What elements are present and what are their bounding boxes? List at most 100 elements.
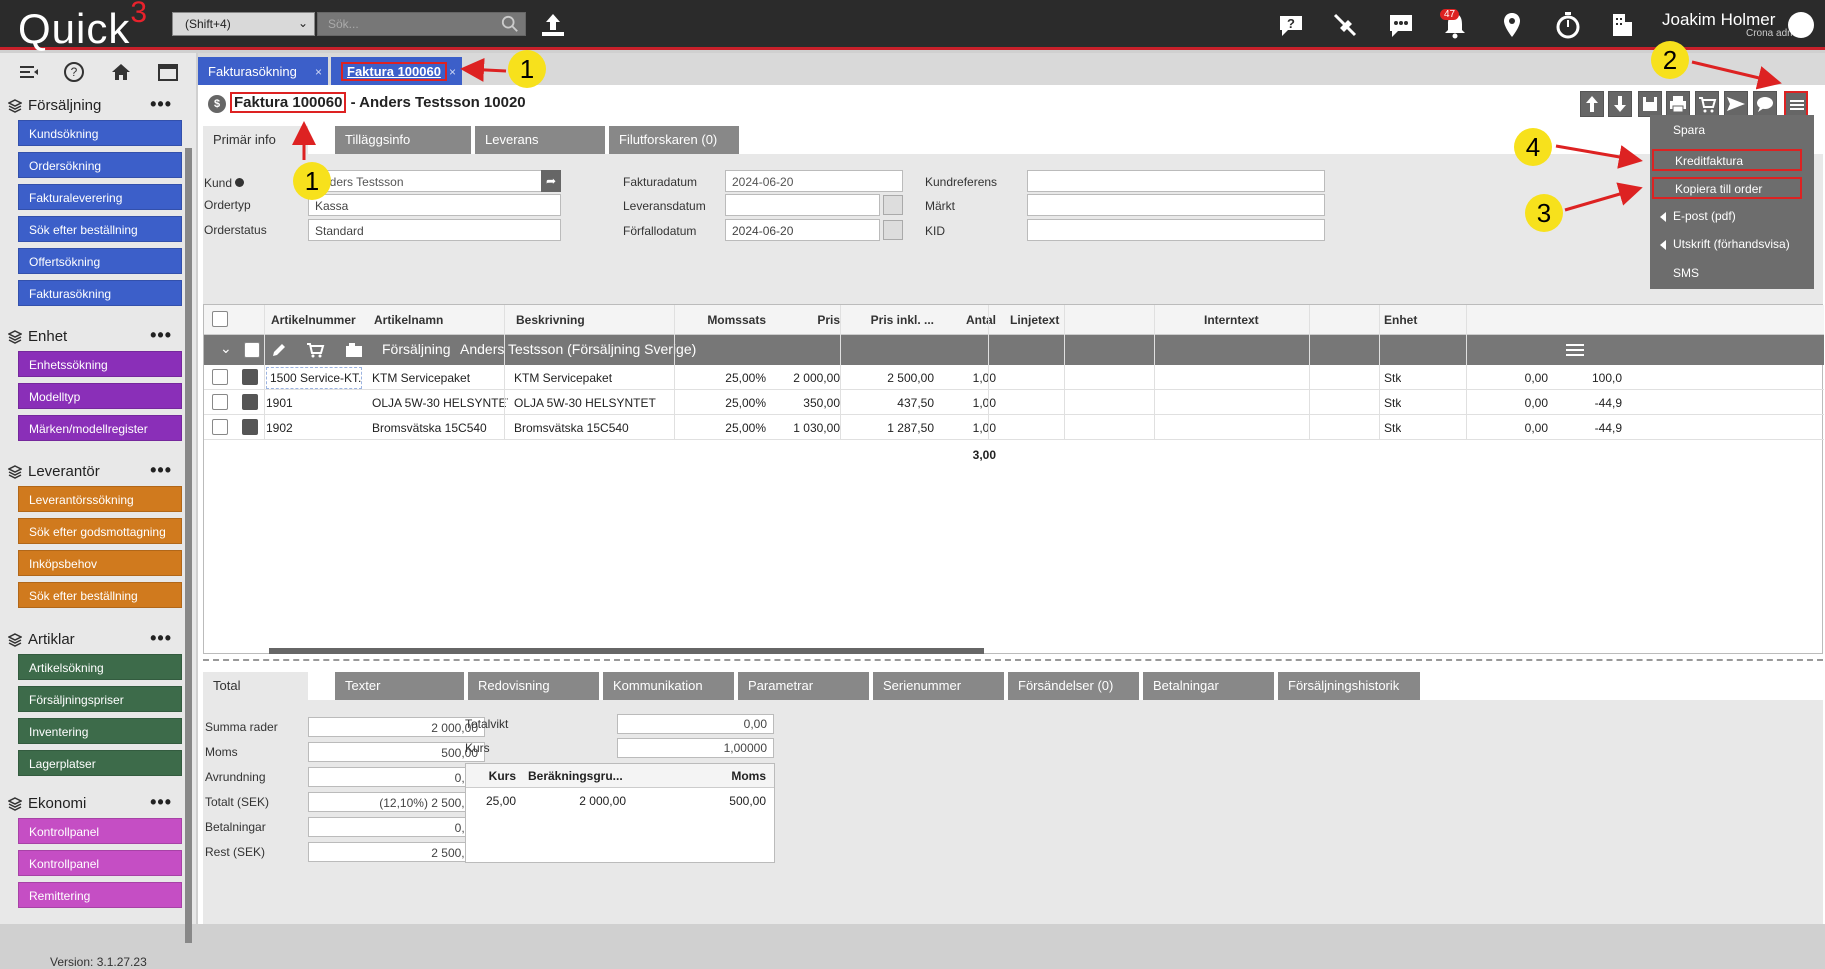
cell-tb[interactable]: -44,9 <box>1564 396 1622 410</box>
bottom-tab[interactable]: Serienummer <box>873 672 1004 700</box>
scope-select[interactable]: (Shift+4) ⌄ <box>172 12 315 36</box>
cell-artikelnamn[interactable]: Bromsvätska 15C540 <box>372 421 508 435</box>
section-header[interactable]: Enhet ••• <box>6 325 184 351</box>
upload-icon[interactable] <box>538 10 568 40</box>
col-antal[interactable]: Antal <box>964 313 996 327</box>
more-dots-icon[interactable]: ••• <box>150 792 172 813</box>
vat-col-moms[interactable]: Moms <box>696 769 766 783</box>
cell-beskrivning[interactable]: Bromsvätska 15C540 <box>514 421 664 435</box>
forfallodatum-field[interactable]: 2024-06-20 <box>725 219 880 241</box>
kundreferens-field[interactable] <box>1027 170 1325 192</box>
more-dots-icon[interactable]: ••• <box>150 94 172 115</box>
save-button[interactable] <box>1638 91 1662 117</box>
cell-artikelnummer[interactable]: 1500 Service-KT... <box>266 367 362 389</box>
col-internetext[interactable]: Interntext <box>1204 313 1259 327</box>
cart-button[interactable] <box>1695 91 1719 117</box>
cart-icon[interactable] <box>306 341 326 359</box>
chat-icon[interactable] <box>1386 10 1416 40</box>
col-artikelnamn[interactable]: Artikelnamn <box>374 313 443 327</box>
cell-momssats[interactable]: 25,00% <box>694 371 766 385</box>
cell-beskrivning[interactable]: KTM Servicepaket <box>514 371 664 385</box>
calendar-icon[interactable] <box>883 195 903 215</box>
cell-momssats[interactable]: 25,00% <box>694 421 766 435</box>
table-row[interactable]: 1902 Bromsvätska 15C540 Bromsvätska 15C540… <box>204 415 1824 440</box>
tab-fakturasokning[interactable]: Fakturasökning × <box>198 57 328 85</box>
cell-pris[interactable]: 1 030,00 <box>774 421 840 435</box>
tab-leverans[interactable]: Leverans <box>475 126 605 154</box>
sidebar-item[interactable]: Ordersökning <box>18 152 182 178</box>
tab-faktura-100060[interactable]: Faktura 100060 × <box>331 57 462 85</box>
tab-primar-info[interactable]: Primär info <box>203 126 308 154</box>
move-down-button[interactable] <box>1608 91 1632 117</box>
horizontal-scrollbar[interactable] <box>269 648 984 654</box>
col-beskrivning[interactable]: Beskrivning <box>516 313 585 327</box>
user-name[interactable]: Joakim Holmer Crona admin <box>1662 10 1803 39</box>
table-row[interactable]: 1901 OLJA 5W-30 HELSYNTET OLJA 5W-30 HELSY… <box>204 390 1824 415</box>
cell-pris[interactable]: 350,00 <box>774 396 840 410</box>
search-icon[interactable] <box>501 15 519 33</box>
menu-item[interactable]: Kopiera till order <box>1652 177 1802 199</box>
sidebar-item[interactable]: Kontrollpanel <box>18 818 182 844</box>
sidebar-item[interactable]: Fakturaleverering <box>18 184 182 210</box>
chevron-down-icon[interactable]: ⌄ <box>220 340 232 357</box>
sidebar-item[interactable]: Lagerplatser <box>18 750 182 776</box>
building-icon[interactable] <box>1607 10 1637 40</box>
cell-artikelnamn[interactable]: OLJA 5W-30 HELSYNTET <box>372 396 508 410</box>
vat-col-berakning[interactable]: Beräkningsgru... <box>528 769 623 783</box>
row-checkbox[interactable] <box>212 394 228 410</box>
cell-rabatt[interactable]: 0,00 <box>1484 421 1548 435</box>
cell-pris-inkl[interactable]: 1 287,50 <box>854 421 934 435</box>
cell-antal[interactable]: 1,00 <box>954 421 996 435</box>
goto-customer-button[interactable]: ➦ <box>541 170 561 192</box>
col-pris-inkl[interactable]: Pris inkl. ... <box>864 313 934 327</box>
comment-button[interactable] <box>1753 91 1777 117</box>
tab-tillaggsinfo[interactable]: Tilläggsinfo <box>335 126 471 154</box>
pencil-icon[interactable] <box>270 341 288 359</box>
open-link-icon[interactable] <box>242 369 258 385</box>
hamburger-icon[interactable] <box>1564 341 1586 359</box>
sidebar-item[interactable]: Sök efter beställning <box>18 216 182 242</box>
col-momssats[interactable]: Momssats <box>704 313 766 327</box>
sidebar-item[interactable]: Inventering <box>18 718 182 744</box>
cell-enhet[interactable]: Stk <box>1384 396 1401 410</box>
more-dots-icon[interactable]: ••• <box>150 628 172 649</box>
bottom-tab[interactable]: Försändelser (0) <box>1008 672 1139 700</box>
sidebar-item[interactable]: Kundsökning <box>18 120 182 146</box>
cell-pris-inkl[interactable]: 437,50 <box>854 396 934 410</box>
sidebar-item[interactable]: Modelltyp <box>18 383 182 409</box>
menu-item[interactable]: Spara <box>1652 120 1802 142</box>
cell-pris-inkl[interactable]: 2 500,00 <box>854 371 934 385</box>
more-menu-button[interactable] <box>1784 91 1808 117</box>
disconnect-icon[interactable] <box>1330 10 1360 40</box>
cell-enhet[interactable]: Stk <box>1384 421 1401 435</box>
split-icon[interactable] <box>344 341 364 359</box>
close-icon[interactable]: × <box>315 65 322 79</box>
col-artikelnummer[interactable]: Artikelnummer <box>271 313 356 327</box>
open-link-icon[interactable] <box>242 419 258 435</box>
calendar-icon[interactable] <box>883 220 903 240</box>
location-icon[interactable] <box>1497 10 1527 40</box>
collapse-menu-icon[interactable] <box>18 61 40 83</box>
move-up-button[interactable] <box>1580 91 1604 117</box>
section-header[interactable]: Ekonomi ••• <box>6 792 184 818</box>
bottom-tab[interactable]: Parametrar <box>738 672 869 700</box>
cell-antal[interactable]: 1,00 <box>954 396 996 410</box>
markt-field[interactable] <box>1027 194 1325 216</box>
timer-icon[interactable] <box>1553 10 1583 40</box>
search-input[interactable]: Sök... <box>317 12 526 36</box>
help-circle-icon[interactable]: ? <box>63 61 85 83</box>
cell-rabatt[interactable]: 0,00 <box>1484 371 1548 385</box>
sidebar-item[interactable]: Försäljningspriser <box>18 686 182 712</box>
sidebar-item[interactable]: Inköpsbehov <box>18 550 182 576</box>
col-enhet[interactable]: Enhet <box>1384 313 1417 327</box>
sidebar-item[interactable]: Fakturasökning <box>18 280 182 306</box>
table-row[interactable]: 1500 Service-KT... KTM Servicepaket KTM Se… <box>204 365 1824 390</box>
open-link-icon[interactable] <box>242 394 258 410</box>
sidebar-item[interactable]: Offertsökning <box>18 248 182 274</box>
col-pris[interactable]: Pris <box>804 313 840 327</box>
more-dots-icon[interactable]: ••• <box>150 325 172 346</box>
bottom-tab[interactable]: Redovisning <box>468 672 599 700</box>
cell-tb[interactable]: 100,0 <box>1564 371 1622 385</box>
bottom-tab[interactable]: Total <box>203 672 308 700</box>
bottom-tab[interactable]: Kommunikation <box>603 672 734 700</box>
